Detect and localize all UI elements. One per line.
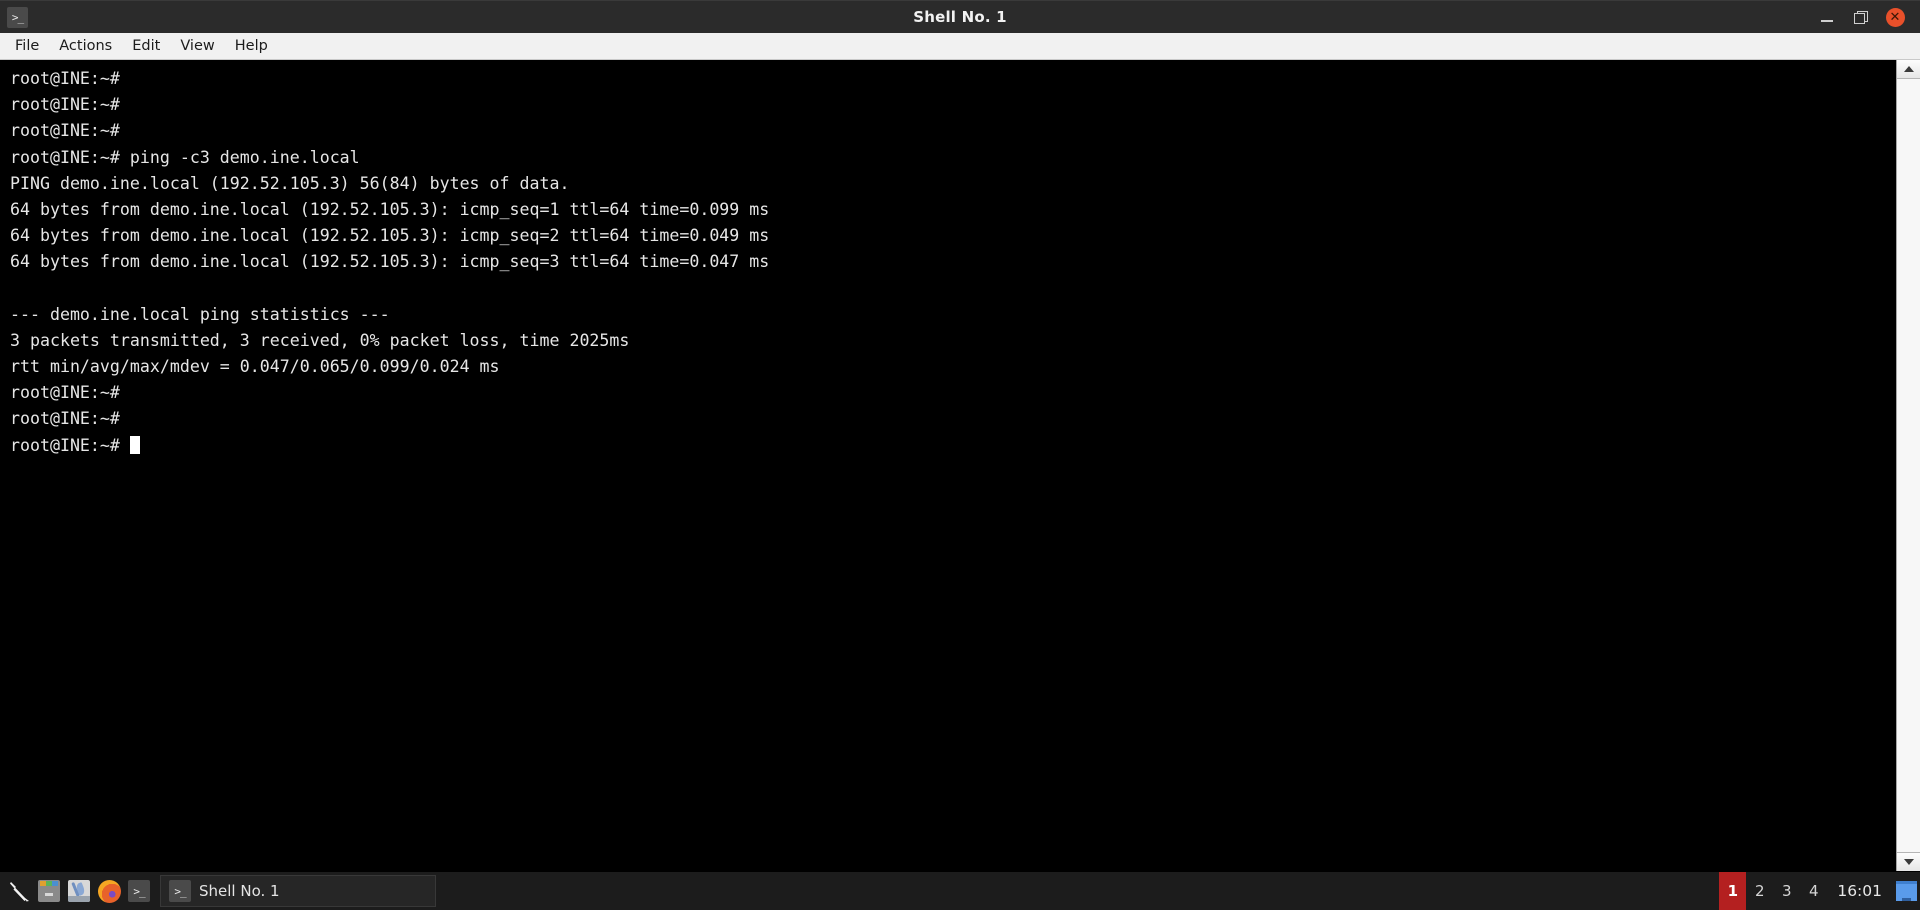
terminal-prompt: root@INE:~# xyxy=(10,435,130,455)
wrench-mouse-icon xyxy=(7,879,31,903)
close-icon: ✕ xyxy=(1885,7,1905,27)
menu-item-actions[interactable]: Actions xyxy=(49,37,122,56)
terminal-line: root@INE:~# xyxy=(10,69,120,88)
terminal-launcher-icon: >_ xyxy=(128,880,150,902)
taskbar: >_ >_ Shell No. 1 1 2 3 4 16:01 xyxy=(0,871,1920,910)
minimize-button[interactable] xyxy=(1810,2,1844,32)
terminal-output[interactable]: root@INE:~# root@INE:~# root@INE:~# root@IN… xyxy=(0,60,1896,871)
launcher-text-editor[interactable] xyxy=(64,875,94,907)
terminal-line: root@INE:~# xyxy=(10,95,120,115)
maximize-icon xyxy=(1854,10,1868,24)
terminal-line: 3 packets transmitted, 3 received, 0% pa… xyxy=(10,330,630,350)
terminal-window: >_ Shell No. 1 ✕ File Actions Edit View … xyxy=(0,0,1920,910)
terminal-line: root@INE:~# ping -c3 demo.ine.local xyxy=(10,147,360,167)
terminal-prompt-line: root@INE:~# xyxy=(10,433,1896,459)
menu-item-edit[interactable]: Edit xyxy=(122,37,170,56)
file-manager-icon xyxy=(38,880,60,902)
window-titlebar[interactable]: >_ Shell No. 1 ✕ xyxy=(0,0,1920,33)
scroll-up-button[interactable] xyxy=(1897,60,1920,79)
window-title: Shell No. 1 xyxy=(913,8,1007,26)
chevron-up-icon xyxy=(1903,66,1914,72)
terminal-line: root@INE:~# xyxy=(10,383,120,403)
close-button[interactable]: ✕ xyxy=(1878,2,1912,32)
workspace-switcher: 1 2 3 4 xyxy=(1719,872,1827,910)
menu-bar: File Actions Edit View Help xyxy=(0,33,1920,60)
task-button-shell-no-1[interactable]: >_ Shell No. 1 xyxy=(160,875,436,907)
firefox-icon xyxy=(97,879,121,903)
menu-item-view[interactable]: View xyxy=(170,37,224,56)
minimize-icon xyxy=(1821,20,1833,22)
terminal-line: rtt min/avg/max/mdev = 0.047/0.065/0.099… xyxy=(10,357,500,377)
terminal-cursor xyxy=(129,435,140,454)
launcher-terminal[interactable]: >_ xyxy=(124,875,154,907)
window-controls: ✕ xyxy=(1810,2,1920,32)
menu-item-file[interactable]: File xyxy=(5,37,49,56)
workspace-4[interactable]: 4 xyxy=(1800,872,1827,910)
scrollbar-track[interactable] xyxy=(1897,79,1920,852)
launcher-firefox[interactable] xyxy=(94,875,124,907)
terminal-area: root@INE:~# root@INE:~# root@INE:~# root@IN… xyxy=(0,60,1920,871)
launcher-file-manager[interactable] xyxy=(34,875,64,907)
menu-item-help[interactable]: Help xyxy=(225,37,278,56)
scroll-down-button[interactable] xyxy=(1897,852,1920,871)
show-desktop-button[interactable] xyxy=(1892,872,1920,910)
text-editor-icon xyxy=(68,880,90,902)
terminal-line: --- demo.ine.local ping statistics --- xyxy=(10,304,390,324)
terminal-line: root@INE:~# xyxy=(10,409,120,429)
terminal-line: root@INE:~# xyxy=(10,121,120,141)
workspace-1[interactable]: 1 xyxy=(1719,872,1747,910)
terminal-icon: >_ xyxy=(7,6,28,28)
terminal-line: 64 bytes from demo.ine.local (192.52.105… xyxy=(10,199,770,219)
chevron-down-icon xyxy=(1903,859,1914,865)
workspace-3[interactable]: 3 xyxy=(1773,872,1800,910)
taskbar-tray: 1 2 3 4 16:01 xyxy=(1719,872,1920,910)
terminal-line: 64 bytes from demo.ine.local (192.52.105… xyxy=(10,226,770,246)
terminal-icon: >_ xyxy=(169,880,191,902)
terminal-line: PING demo.ine.local (192.52.105.3) 56(84… xyxy=(10,173,570,193)
taskbar-launchers: >_ xyxy=(0,875,154,907)
clock[interactable]: 16:01 xyxy=(1827,882,1892,900)
terminal-scrollbar[interactable] xyxy=(1896,60,1920,871)
maximize-button[interactable] xyxy=(1844,2,1878,32)
launcher-applications-menu[interactable] xyxy=(4,875,34,907)
task-button-label: Shell No. 1 xyxy=(199,882,280,900)
terminal-line: 64 bytes from demo.ine.local (192.52.105… xyxy=(10,252,770,272)
monitor-icon xyxy=(1895,881,1917,901)
workspace-2[interactable]: 2 xyxy=(1746,872,1773,910)
